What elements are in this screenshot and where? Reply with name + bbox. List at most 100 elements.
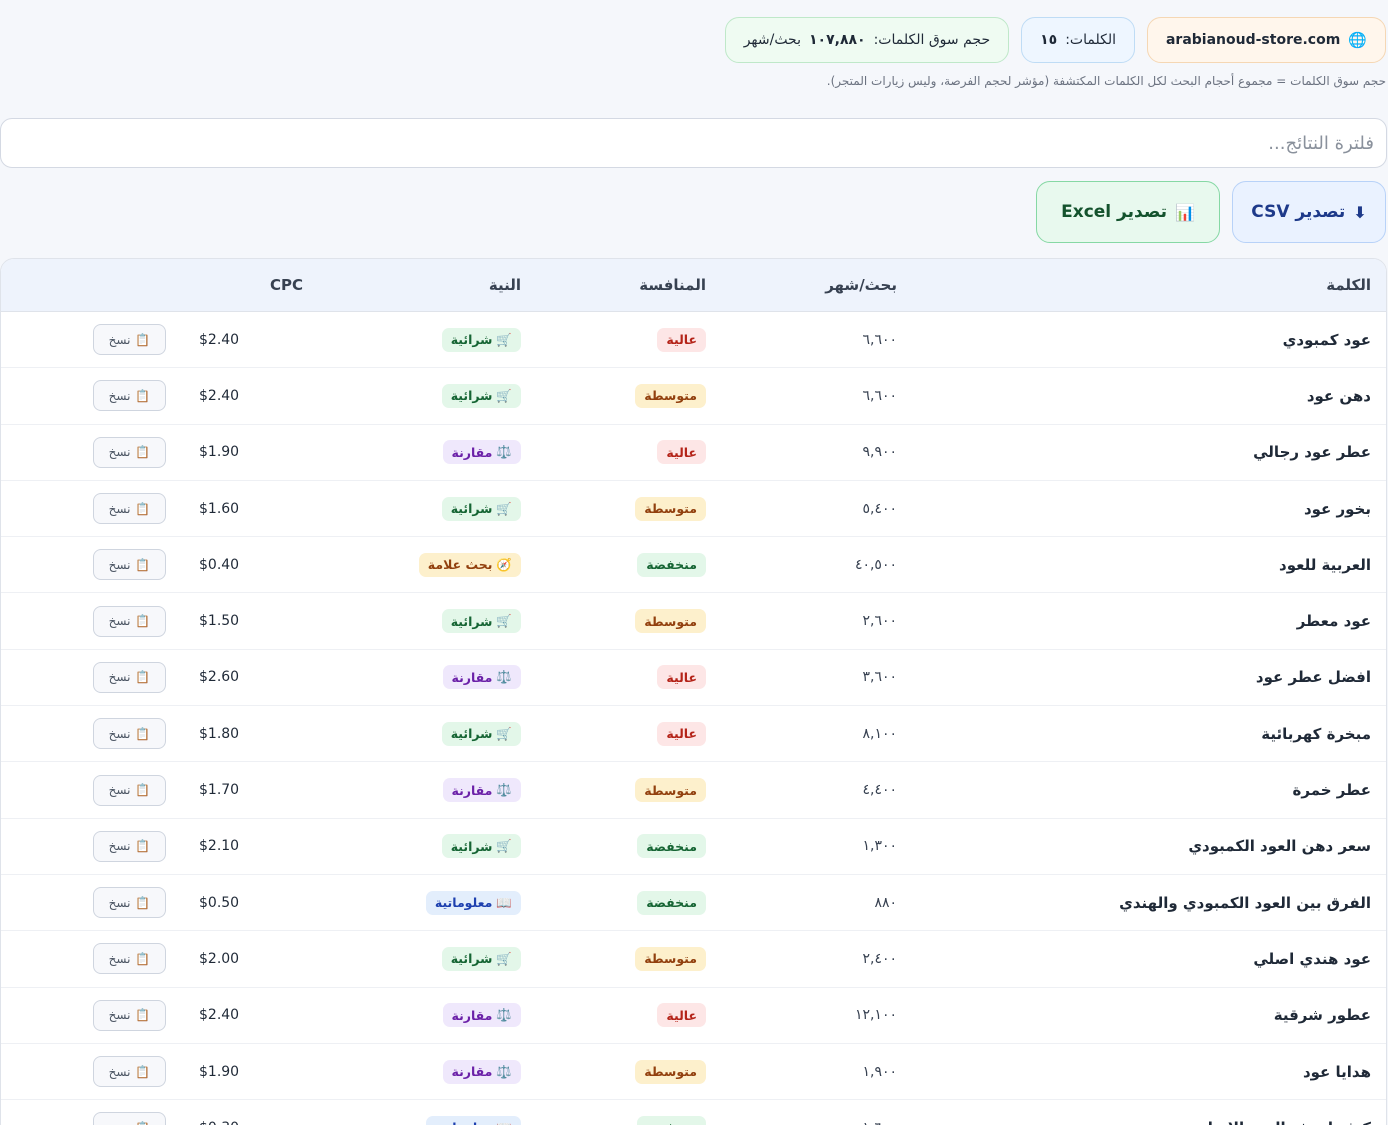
cpc-cell: $1.70 (199, 782, 240, 799)
competition-cell: منخفضة (535, 552, 719, 577)
intent-label: شرائية (450, 951, 493, 967)
actions-cell: 📋 نسخ (1, 380, 181, 412)
header-competition[interactable]: المنافسة (535, 276, 719, 294)
volume-cell: ٨,١٠٠ (862, 725, 897, 742)
cpc-cell: $1.50 (199, 613, 240, 630)
table-row: كيف اعرف العود الاصلي١,٦٠٠ منخفضة 📖معلومات… (1, 1100, 1386, 1125)
copy-button[interactable]: 📋 نسخ (93, 324, 166, 356)
export-csv-button[interactable]: ⬇ تصدير CSV (1232, 181, 1386, 243)
competition-badge: عالية (657, 665, 706, 690)
keyword-cell: عود هندي اصلي (1253, 949, 1371, 968)
table-row: عطر خمرة ٤,٤٠٠ متوسطة ⚖️ مقارنة $1.70 📋 نسخ (1, 762, 1386, 819)
competition-cell: متوسطة (535, 609, 719, 634)
volume-cell: ١,٩٠٠ (862, 1063, 897, 1080)
intent-cell: 🛒 شرائية (351, 609, 535, 634)
actions-cell: 📋 نسخ (1, 1056, 181, 1087)
competition-badge: متوسطة (635, 778, 706, 803)
copy-button[interactable]: 📋 نسخ (93, 549, 166, 581)
copy-button[interactable]: 📋 نسخ (93, 830, 166, 862)
intent-cell: ⚖️ مقارنة (351, 1059, 535, 1084)
copy-button[interactable]: 📋 نسخ (93, 999, 166, 1031)
intent-badge: 🛒 شرائية (441, 496, 521, 521)
copy-label: نسخ (108, 670, 131, 685)
competition-badge: منخفضة (637, 834, 706, 859)
copy-button[interactable]: 📋 نسخ (93, 887, 166, 919)
copy-button[interactable]: 📋 نسخ (93, 493, 166, 525)
cart-icon: 🛒 (496, 613, 512, 629)
copy-label: نسخ (108, 332, 131, 347)
competition-badge: متوسطة (635, 383, 706, 408)
filter-input[interactable] (0, 118, 1387, 168)
competition-badge: منخفضة (637, 890, 706, 915)
copy-button[interactable]: 📋 نسخ (93, 380, 166, 412)
intent-cell: ⚖️ مقارنة (351, 1003, 535, 1028)
scale-icon: ⚖️ (496, 782, 512, 798)
intent-label: شرائية (450, 501, 493, 517)
table-header: الكلمة بحث/شهر المنافسة النية CPC (1, 259, 1386, 312)
header-intent[interactable]: النية (351, 276, 535, 294)
copy-button[interactable]: 📋 نسخ (93, 605, 166, 637)
keywords-table: الكلمة بحث/شهر المنافسة النية CPC عود كم… (0, 258, 1387, 1125)
intent-cell: 🛒 شرائية (351, 721, 535, 746)
header-cpc[interactable]: CPC (181, 276, 351, 294)
intent-badge: 📖معلوماتية (425, 890, 521, 915)
header-keyword[interactable]: الكلمة (909, 276, 1386, 294)
copy-button[interactable]: 📋 نسخ (93, 436, 166, 468)
competition-badge: متوسطة (635, 609, 706, 634)
copy-label: نسخ (108, 839, 131, 854)
cart-icon: 🛒 (496, 838, 512, 854)
intent-label: مقارنة (451, 669, 493, 685)
competition-cell: عالية (535, 721, 719, 746)
copy-label: نسخ (108, 388, 131, 403)
copy-button[interactable]: 📋 نسخ (93, 1056, 166, 1087)
copy-button[interactable]: 📋 نسخ (93, 943, 166, 975)
intent-cell: 🛒 شرائية (351, 834, 535, 859)
table-row: مبخرة كهربائية ٨,١٠٠ عالية 🛒 شرائية $1.80 📋 نسخ (1, 706, 1386, 763)
copy-button[interactable]: 📋 نسخ (93, 661, 166, 693)
export-excel-button[interactable]: 📊 تصدير Excel (1036, 181, 1220, 243)
copy-button[interactable]: 📋 نسخ (93, 718, 166, 750)
actions-cell: 📋 نسخ (1, 493, 181, 525)
actions-cell: 📋 نسخ (1, 830, 181, 862)
keyword-cell: مبخرة كهربائية (1261, 724, 1371, 743)
header-volume[interactable]: بحث/شهر (719, 276, 909, 294)
keyword-count-value: ١٥ (1040, 32, 1058, 48)
intent-cell: 🛒 شرائية (351, 327, 535, 352)
keyword-cell: الفرق بين العود الكمبودي والهندي (1119, 893, 1371, 912)
export-csv-label: تصدير CSV (1251, 202, 1346, 222)
intent-label: شرائية (450, 388, 493, 404)
cpc-cell: $2.40 (199, 1007, 240, 1024)
clipboard-icon: 📋 (135, 557, 151, 572)
actions-cell: 📋 نسخ (1, 436, 181, 468)
competition-cell: عالية (535, 665, 719, 690)
volume-cell: ١,٦٠٠ (719, 1120, 909, 1125)
clipboard-icon: 📋 (135, 670, 151, 685)
book-icon: 📖 (496, 1120, 512, 1125)
keyword-count-pill: الكلمات: ١٥ (1021, 17, 1135, 63)
competition-cell: متوسطة (535, 946, 719, 971)
intent-cell: 📖معلوماتية (351, 1115, 535, 1125)
competition-badge: عالية (657, 1003, 706, 1028)
competition-badge: متوسطة (635, 946, 706, 971)
keyword-cell: عود كمبودي (1282, 330, 1371, 349)
download-icon: ⬇ (1353, 202, 1367, 222)
volume-cell: ٤٠,٥٠٠ (854, 556, 897, 573)
copy-button[interactable]: 📋 نسخ (93, 1112, 166, 1125)
bar-chart-icon: 📊 (1174, 202, 1195, 222)
intent-label: شرائية (450, 726, 493, 742)
scale-icon: ⚖️ (496, 1063, 512, 1079)
intent-badge: 🛒 شرائية (441, 721, 521, 746)
copy-button[interactable]: 📋 نسخ (93, 774, 166, 806)
clipboard-icon: 📋 (135, 1064, 151, 1079)
scale-icon: ⚖️ (496, 669, 512, 685)
competition-cell: عالية (535, 1003, 719, 1028)
market-size-note: حجم سوق الكلمات = مجموع أحجام البحث لكل … (826, 74, 1386, 88)
cpc-cell: $2.40 (199, 331, 240, 348)
actions-cell: 📋 نسخ (1, 774, 181, 806)
intent-badge: ⚖️ مقارنة (442, 665, 521, 690)
intent-badge: 📖معلوماتية (425, 1115, 521, 1125)
actions-cell: 📋 نسخ (1, 1112, 181, 1125)
actions-cell: 📋 نسخ (1, 324, 181, 356)
domain-text: arabianoud-store.com (1165, 32, 1341, 48)
keyword-cell: عطر خمرة (1292, 781, 1371, 800)
